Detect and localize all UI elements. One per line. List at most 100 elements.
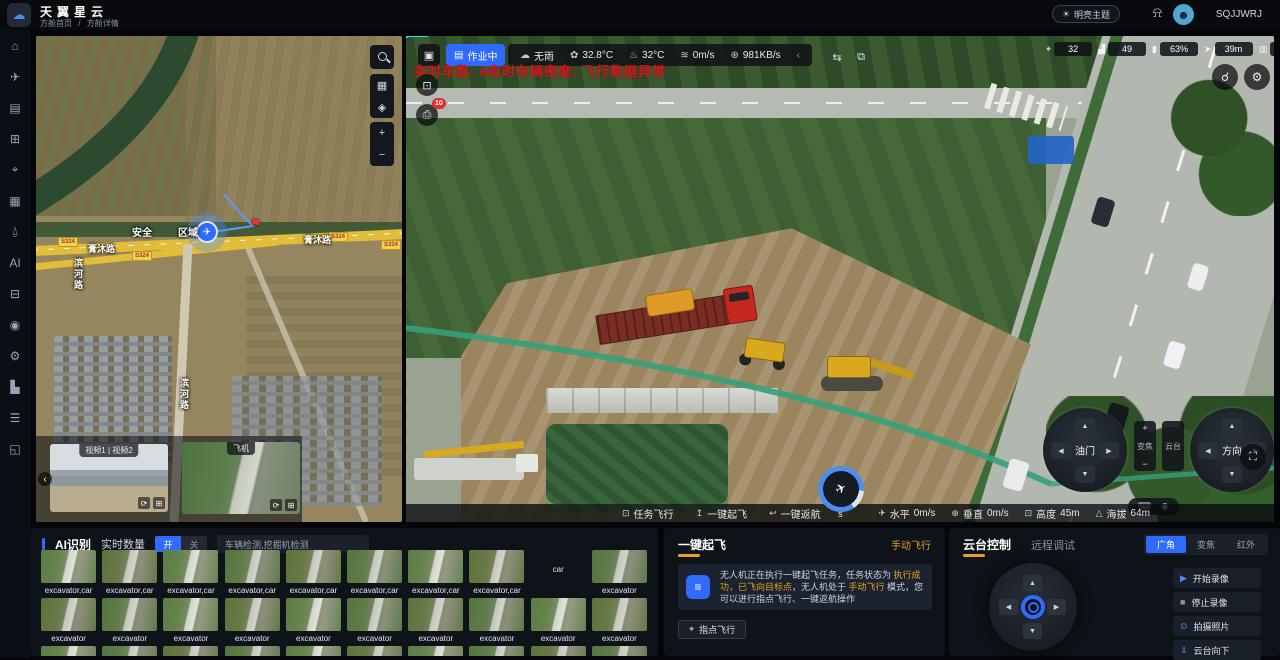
detection-thumbnail[interactable]: excavator,car (99, 550, 160, 598)
detection-thumbnail[interactable]: excavator (589, 598, 650, 646)
detection-thumbnail[interactable]: excavator (160, 598, 221, 646)
refresh-icon[interactable]: ⟳ (270, 499, 282, 511)
map-grid-button[interactable]: ▦ (370, 74, 394, 96)
camera-action-button[interactable]: ▶ 开始录像 (1173, 568, 1261, 588)
map-zoom-out-button[interactable]: − (370, 144, 394, 166)
gimbal-dpad[interactable]: ▲ ◀ ▶ ▼ (989, 563, 1077, 651)
detection-thumbnail[interactable]: excavator (99, 598, 160, 646)
compass[interactable]: ✈ (818, 466, 864, 512)
camera-action-button[interactable]: ■ 停止录像 (1173, 592, 1261, 612)
sidebar-item-tools[interactable]: ⚙ (0, 340, 30, 371)
map-search-button[interactable] (370, 45, 394, 69)
sidebar-item-station[interactable]: ⍙ (0, 216, 30, 247)
sidebar-item-map[interactable]: ▦ (0, 185, 30, 216)
sidebar-item-console[interactable]: ◱ (0, 433, 30, 464)
detection-thumbnail[interactable] (99, 646, 160, 656)
detection-thumbnail[interactable] (283, 646, 344, 656)
detection-thumbnail[interactable] (160, 646, 221, 656)
throttle-down-button[interactable]: ▼ (1075, 466, 1095, 483)
collapse-weather-chevron[interactable]: ‹ (797, 50, 800, 61)
gimbal-up-button[interactable]: ▲ (1023, 575, 1042, 591)
camera-mode-segment[interactable]: 红外 (1226, 536, 1266, 553)
throttle-up-button[interactable]: ▲ (1075, 418, 1095, 435)
detection-thumbnail[interactable]: excavator,car (38, 550, 99, 598)
detection-thumbnail[interactable]: excavator,car (466, 550, 527, 598)
detection-thumbnail[interactable]: excavator,car (405, 550, 466, 598)
detection-thumbnail[interactable]: excavator,car (344, 550, 405, 598)
point-fly-button[interactable]: ⌖ 指点飞行 (678, 620, 746, 639)
live-video-panel[interactable]: 卡车 挖掘机 轿车 轿车 轿车 轿车 轿车 (406, 36, 1274, 522)
detection-thumbnail[interactable] (589, 646, 650, 656)
sidebar-item-stats[interactable]: ▙ (0, 371, 30, 402)
detection-thumbnail[interactable]: excavator (405, 598, 466, 646)
camera-mode-segment[interactable]: 广角 (1146, 536, 1186, 553)
camera-action-button[interactable]: ⊙ 拍摄照片 (1173, 616, 1261, 636)
detection-thumbnail[interactable]: excavator (222, 598, 283, 646)
detection-thumbnail[interactable] (466, 646, 527, 656)
gimbal-right-button[interactable]: ▶ (1047, 599, 1066, 615)
detection-thumbnail[interactable] (528, 646, 589, 656)
gimbal-slider[interactable]: 云台 (1162, 421, 1184, 471)
notification-bell-icon[interactable]: ⍾ (1153, 4, 1162, 21)
user-avatar[interactable]: ☻ (1173, 4, 1194, 25)
camera-mode-segment[interactable]: 变焦 (1186, 536, 1226, 553)
swap-view-button[interactable]: ⇆ (826, 46, 848, 68)
detection-thumbnail[interactable]: excavator (283, 598, 344, 646)
detection-thumbnail[interactable]: excavator (344, 598, 405, 646)
manual-flight-link[interactable]: 手动飞行 (891, 537, 931, 552)
sidebar-item-files[interactable]: ⊟ (0, 278, 30, 309)
direction-up-button[interactable]: ▲ (1222, 418, 1242, 435)
gimbal-down-button[interactable]: ▼ (1023, 623, 1042, 639)
detection-thumbnail[interactable] (222, 646, 283, 656)
detection-thumbnail[interactable]: car (528, 550, 589, 598)
theme-toggle[interactable]: ☀ 明亮主题 (1052, 5, 1120, 23)
share-button[interactable]: ☌ (1212, 64, 1238, 90)
frame-capture-button[interactable]: ⊡ (416, 74, 438, 96)
sidebar-item-device[interactable]: ◉ (0, 309, 30, 340)
pip-button[interactable]: ⧉ (850, 46, 872, 68)
detection-thumbnail[interactable]: excavator (466, 598, 527, 646)
direction-down-button[interactable]: ▼ (1222, 466, 1242, 483)
settings-button[interactable]: ⚙ (1244, 64, 1270, 90)
detection-thumbnail[interactable] (405, 646, 466, 656)
drone-marker[interactable]: ✈ (196, 221, 218, 243)
collapse-thumbnails-chevron[interactable]: ‹ (38, 472, 52, 486)
mission-flight-button[interactable]: ⊡任务飞行 (622, 506, 674, 521)
thumbnail-dock-camera[interactable]: 视频1 | 视频2 ⟳ ⊞ (50, 444, 168, 512)
detection-thumbnail[interactable]: excavator,car (160, 550, 221, 598)
gimbal-center-button[interactable] (1021, 595, 1045, 619)
detection-thumbnail[interactable] (344, 646, 405, 656)
throttle-right-button[interactable]: ▶ (1099, 442, 1119, 459)
sidebar-item-server[interactable]: ☰ (0, 402, 30, 433)
detection-thumbnail[interactable]: excavator (528, 598, 589, 646)
tab-gimbal-control[interactable]: 云台控制 (963, 536, 1011, 553)
map-panel[interactable]: S324S324S324S324 膏沐路膏沐路 滨河路滨河路 ✈ 安全区域 ⚑ … (36, 36, 402, 522)
detection-thumbnail[interactable]: excavator,car (283, 550, 344, 598)
sidebar-item-routes[interactable]: ⌖ (0, 154, 30, 185)
one-key-return-button[interactable]: ↩一键返航 (769, 506, 821, 521)
refresh-icon[interactable]: ⟳ (138, 497, 150, 509)
one-key-takeoff-button[interactable]: ↥一键起飞 (696, 506, 748, 521)
detection-thumbnail[interactable]: excavator (589, 550, 650, 598)
throttle-left-button[interactable]: ◀ (1051, 442, 1071, 459)
throttle-joystick[interactable]: ▲ ◀ ▶ ▼ 油门 (1043, 408, 1127, 492)
breadcrumb-home[interactable]: 方舱首页 (40, 19, 72, 28)
sidebar-item-apps[interactable]: ⊞ (0, 123, 30, 154)
direction-left-button[interactable]: ◀ (1198, 442, 1218, 459)
thumbnail-aircraft-camera[interactable]: 飞机 ⟳ ⊞ (182, 442, 300, 514)
detection-thumbnail[interactable] (38, 646, 99, 656)
map-zoom-in-button[interactable]: + (370, 122, 394, 144)
zoom-slider[interactable]: + 变焦 − (1134, 421, 1156, 471)
fullscreen-icon[interactable]: ⊞ (285, 499, 297, 511)
sidebar-item-ai[interactable]: AI (0, 247, 30, 278)
fullscreen-icon[interactable]: ⊞ (153, 497, 165, 509)
camera-action-button[interactable]: ⇓ 云台向下 (1173, 640, 1261, 660)
sidebar-item-drone[interactable]: ✈ (0, 61, 30, 92)
fullscreen-button[interactable]: ⛶ (1240, 444, 1266, 470)
detection-thumbnail[interactable]: excavator,car (222, 550, 283, 598)
sidebar-item-hangar[interactable]: ▤ (0, 92, 30, 123)
gimbal-left-button[interactable]: ◀ (999, 599, 1018, 615)
detection-thumbnail[interactable]: excavator (38, 598, 99, 646)
map-layers-button[interactable]: ◈ (370, 96, 394, 118)
sidebar-item-home[interactable]: ⌂ (0, 30, 30, 61)
